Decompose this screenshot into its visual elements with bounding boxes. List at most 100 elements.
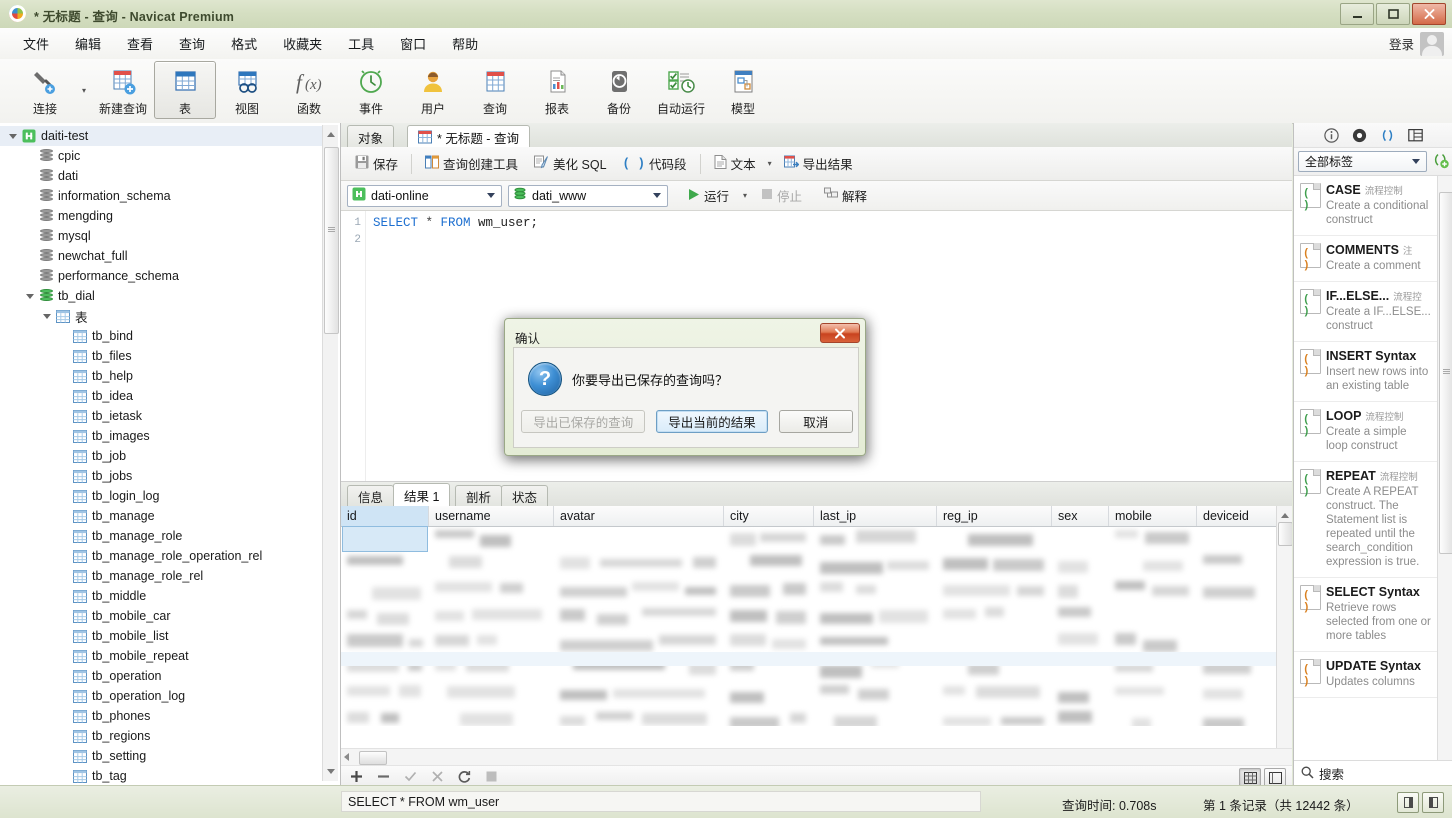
redacted-cell-value[interactable] xyxy=(760,533,806,542)
tree-node-tb_setting[interactable]: tb_setting xyxy=(0,746,322,766)
explain-button[interactable]: 解释 xyxy=(816,182,875,209)
redacted-cell-value[interactable] xyxy=(1152,586,1189,597)
tree-node-tb_manage_role_operation_rel[interactable]: tb_manage_role_operation_rel xyxy=(0,546,322,566)
redacted-cell-value[interactable] xyxy=(943,585,1011,596)
table-row[interactable] xyxy=(341,578,1277,604)
snippet-item[interactable]: ( ) SELECT Syntax Retrieve rows selected f… xyxy=(1294,578,1437,652)
redacted-cell-value[interactable] xyxy=(1203,555,1242,564)
toolbar-model-button[interactable]: 模型 xyxy=(712,61,774,119)
tab-result-1[interactable]: 结果 1 xyxy=(393,483,451,508)
toolbar-backup-button[interactable]: 备份 xyxy=(588,61,650,119)
tree-node-tb_mobile_car[interactable]: tb_mobile_car xyxy=(0,606,322,626)
tree-node-mengding[interactable]: mengding xyxy=(0,206,322,226)
redacted-cell-value[interactable] xyxy=(641,713,707,725)
toggle-right-panel-icon[interactable] xyxy=(1422,792,1444,813)
menu-favorites[interactable]: 收藏夹 xyxy=(270,30,335,57)
tree-node-tb_operation[interactable]: tb_operation xyxy=(0,666,322,686)
redacted-cell-value[interactable] xyxy=(1058,711,1093,723)
snippet-label-select[interactable]: 全部标签 xyxy=(1298,151,1427,172)
tree-node-tb_dial[interactable]: tb_dial xyxy=(0,286,322,306)
redacted-cell-value[interactable] xyxy=(993,559,1044,572)
close-button[interactable] xyxy=(1412,3,1446,25)
grid-scroll-thumb[interactable] xyxy=(1278,522,1292,546)
tree-node-information_schema[interactable]: information_schema xyxy=(0,186,322,206)
export-saved-query-button[interactable]: 导出已保存的查询 xyxy=(521,410,646,433)
minimize-button[interactable] xyxy=(1340,3,1374,25)
redacted-cell-value[interactable] xyxy=(597,614,629,625)
redacted-cell-value[interactable] xyxy=(771,639,806,650)
sidebar-scroll-thumb[interactable] xyxy=(324,147,339,334)
scroll-up-icon[interactable] xyxy=(323,127,338,142)
menu-window[interactable]: 窗口 xyxy=(387,30,439,57)
toolbar-connection-button[interactable]: 连接 xyxy=(14,61,76,119)
connection-dropdown-caret-icon[interactable]: ▾ xyxy=(76,61,92,119)
redacted-cell-value[interactable] xyxy=(776,611,806,624)
tree-node-tb_images[interactable]: tb_images xyxy=(0,426,322,446)
tree-node-tb_mobile_list[interactable]: tb_mobile_list xyxy=(0,626,322,646)
menu-file[interactable]: 文件 xyxy=(10,30,62,57)
tree-node-tb_manage[interactable]: tb_manage xyxy=(0,506,322,526)
redacted-cell-value[interactable] xyxy=(631,582,679,592)
snippet-item[interactable]: ( ) LOOP 流程控制 Create a simple loop construc… xyxy=(1294,402,1437,462)
redacted-cell-value[interactable] xyxy=(658,635,716,645)
redacted-cell-value[interactable] xyxy=(1115,633,1136,646)
redacted-cell-value[interactable] xyxy=(858,689,889,701)
delete-row-icon[interactable] xyxy=(376,769,391,784)
toolbar-functions-button[interactable]: f (x) 函数 xyxy=(278,61,340,119)
redacted-cell-value[interactable] xyxy=(435,611,465,621)
redacted-cell-value[interactable] xyxy=(435,582,492,592)
redacted-cell-value[interactable] xyxy=(560,690,607,701)
redacted-cell-value[interactable] xyxy=(1115,581,1145,590)
database-select[interactable]: dati_www xyxy=(508,184,668,207)
redacted-cell-value[interactable] xyxy=(499,583,524,593)
tree-node-mysql[interactable]: mysql xyxy=(0,226,322,246)
tree-node-tb_phones[interactable]: tb_phones xyxy=(0,706,322,726)
redacted-cell-value[interactable] xyxy=(1058,692,1090,704)
beautify-sql-button[interactable]: 美化 SQL xyxy=(526,150,615,177)
redacted-cell-value[interactable] xyxy=(984,607,1004,618)
grid-body[interactable] xyxy=(341,526,1277,726)
tab-untitled-query[interactable]: * 无标题 - 查询 xyxy=(407,125,530,149)
redacted-cell-value[interactable] xyxy=(967,534,1033,547)
menu-query[interactable]: 查询 xyxy=(166,30,218,57)
redacted-cell-value[interactable] xyxy=(612,689,706,698)
redacted-cell-value[interactable] xyxy=(347,556,404,566)
maximize-button[interactable] xyxy=(1376,3,1410,25)
redacted-cell-value[interactable] xyxy=(409,639,424,648)
code-snippet-button[interactable]: ( ) 代码段 xyxy=(615,150,695,177)
redacted-cell-value[interactable] xyxy=(820,637,889,646)
apply-icon[interactable] xyxy=(403,769,418,784)
cancel-icon[interactable] xyxy=(430,769,445,784)
grid-column-header-reg_ip[interactable]: reg_ip xyxy=(937,506,1052,526)
toolbar-reports-button[interactable]: 报表 xyxy=(526,61,588,119)
redacted-cell-value[interactable] xyxy=(730,610,768,623)
tree-node-tb_job[interactable]: tb_job xyxy=(0,446,322,466)
redacted-cell-value[interactable] xyxy=(1143,561,1183,571)
tab-status[interactable]: 状态 xyxy=(501,485,549,507)
expand-arrow-icon[interactable] xyxy=(6,133,20,139)
toolbar-views-button[interactable]: 视图 xyxy=(216,61,278,119)
redacted-cell-value[interactable] xyxy=(975,686,1041,698)
table-structure-icon[interactable] xyxy=(1408,127,1424,143)
table-row[interactable] xyxy=(341,604,1277,630)
redacted-cell-value[interactable] xyxy=(820,582,843,593)
redacted-cell-value[interactable] xyxy=(1058,561,1088,573)
menu-help[interactable]: 帮助 xyxy=(439,30,491,57)
tab-profile[interactable]: 剖析 xyxy=(455,485,503,507)
scroll-up-icon[interactable] xyxy=(1277,508,1292,523)
redacted-cell-value[interactable] xyxy=(1058,633,1098,646)
grid-column-header-username[interactable]: username xyxy=(429,506,554,526)
redacted-cell-value[interactable] xyxy=(943,609,976,619)
grid-column-header-sex[interactable]: sex xyxy=(1052,506,1109,526)
tree-node--[interactable]: 表 xyxy=(0,306,322,326)
tree-node-dati[interactable]: dati xyxy=(0,166,322,186)
redacted-cell-value[interactable] xyxy=(855,585,876,595)
sidebar-scrollbar[interactable] xyxy=(322,125,339,781)
redacted-cell-value[interactable] xyxy=(1203,689,1244,700)
grid-column-header-mobile[interactable]: mobile xyxy=(1109,506,1197,526)
redacted-cell-value[interactable] xyxy=(1203,587,1255,599)
table-row[interactable] xyxy=(341,552,1277,578)
redacted-cell-value[interactable] xyxy=(435,635,469,647)
redacted-cell-value[interactable] xyxy=(560,716,585,726)
snippet-search[interactable]: 搜索 xyxy=(1294,760,1452,786)
